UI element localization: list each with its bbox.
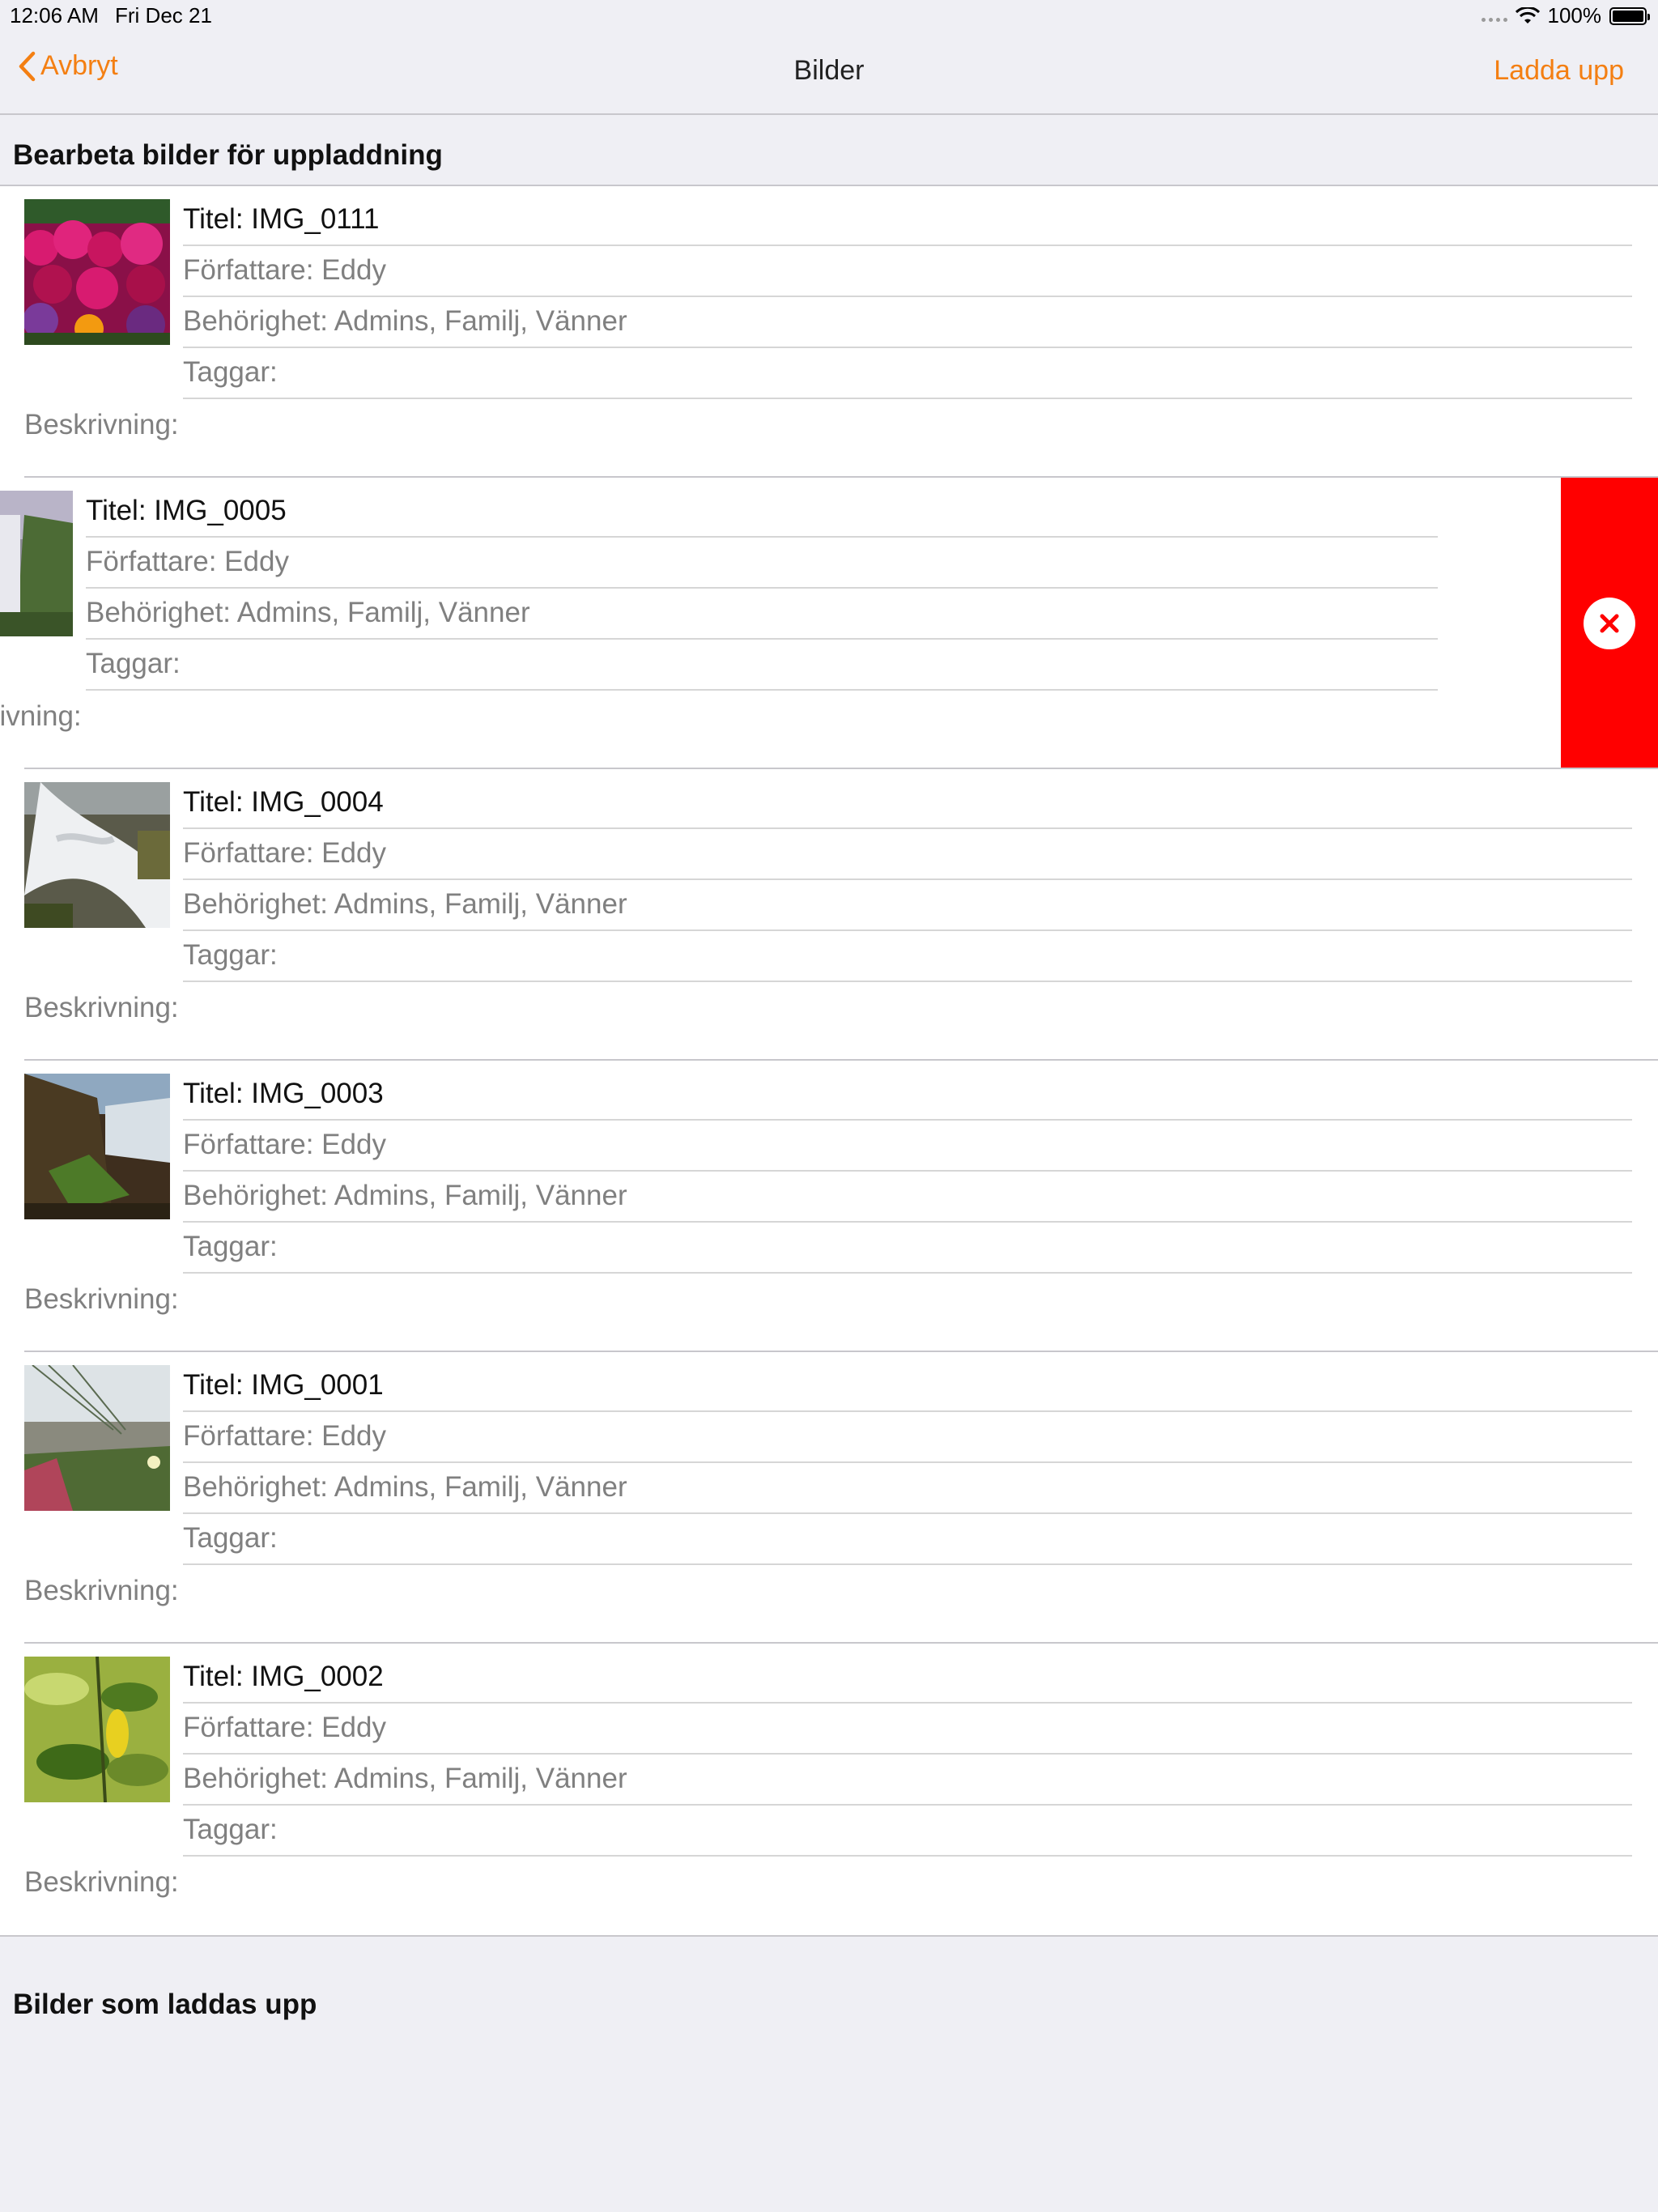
battery-percent: 100% [1547, 3, 1602, 28]
cellular-signal-icon [1481, 18, 1507, 22]
thumbnail-image [0, 491, 73, 636]
author-field[interactable]: Författare: Eddy [183, 1703, 1632, 1755]
thumbnail-image [24, 1074, 170, 1219]
list-item-content: Titel: IMG_0001 Författare: Eddy Behörig… [0, 1352, 1658, 1644]
tags-field[interactable]: Taggar: [183, 1222, 1632, 1274]
description-field[interactable]: Beskrivning: [24, 400, 179, 450]
title-field[interactable]: Titel: IMG_0111 [183, 194, 1632, 246]
delete-button[interactable] [1561, 478, 1658, 769]
list-item-content: Titel: IMG_0111 Författare: Eddy Behörig… [0, 186, 1658, 478]
list-item[interactable]: Titel: IMG_0001 Författare: Eddy Behörig… [0, 1352, 1658, 1644]
title-field[interactable]: Titel: IMG_0002 [183, 1652, 1632, 1704]
author-field[interactable]: Författare: Eddy [86, 537, 1438, 589]
status-date: Fri Dec 21 [115, 3, 212, 28]
status-time: 12:06 AM [10, 3, 99, 28]
description-field[interactable]: Beskrivning: [24, 983, 179, 1033]
section-header-edit: Bearbeta bilder för uppladdning [13, 139, 443, 171]
list-item[interactable]: Titel: IMG_0003 Författare: Eddy Behörig… [0, 1061, 1658, 1352]
thumbnail-image [24, 782, 170, 928]
thumbnail-image [24, 1657, 170, 1802]
permission-field[interactable]: Behörighet: Admins, Familj, Vänner [86, 588, 1438, 640]
author-field[interactable]: Författare: Eddy [183, 1411, 1632, 1463]
wifi-icon [1515, 6, 1540, 23]
author-field[interactable]: Författare: Eddy [183, 1120, 1632, 1172]
battery-icon [1609, 6, 1650, 25]
author-field[interactable]: Författare: Eddy [183, 828, 1632, 880]
thumbnail-image [24, 1365, 170, 1511]
tags-field[interactable]: Taggar: [183, 930, 1632, 982]
list-item[interactable]: Titel: IMG_0004 Författare: Eddy Behörig… [0, 769, 1658, 1061]
delete-circle [1584, 598, 1635, 649]
list-item[interactable]: Titel: IMG_0111 Författare: Eddy Behörig… [0, 186, 1658, 478]
thumbnail-image [24, 199, 170, 345]
tags-field[interactable]: Taggar: [183, 1805, 1632, 1857]
tags-field[interactable]: Taggar: [86, 639, 1438, 691]
tags-field[interactable]: Taggar: [183, 347, 1632, 399]
image-list: Titel: IMG_0111 Författare: Eddy Behörig… [0, 185, 1658, 1937]
status-bar: 12:06 AM Fri Dec 21 100% [0, 0, 1658, 34]
list-item-content: Titel: IMG_0004 Författare: Eddy Behörig… [0, 769, 1658, 1061]
tags-field[interactable]: Taggar: [183, 1513, 1632, 1565]
navigation-bar: Avbryt Bilder Ladda upp [0, 34, 1658, 115]
title-field[interactable]: Titel: IMG_0003 [183, 1069, 1632, 1121]
description-field[interactable]: Beskrivning: [24, 1274, 179, 1325]
permission-field[interactable]: Behörighet: Admins, Familj, Vänner [183, 296, 1632, 348]
list-item-swiped[interactable]: Titel: IMG_0005 Författare: Eddy Behörig… [0, 478, 1658, 769]
section-header-uploading: Bilder som laddas upp [13, 1989, 317, 2020]
title-field[interactable]: Titel: IMG_0005 [86, 486, 1438, 538]
page-title: Bilder [793, 55, 865, 86]
list-item[interactable]: Titel: IMG_0002 Författare: Eddy Behörig… [0, 1644, 1658, 1935]
list-item-content: Titel: IMG_0003 Författare: Eddy Behörig… [0, 1061, 1658, 1352]
description-field[interactable]: Beskrivning: [0, 691, 82, 742]
status-right: 100% [1481, 3, 1650, 28]
list-item-content: Titel: IMG_0005 Författare: Eddy Behörig… [0, 478, 1561, 769]
close-icon [1600, 614, 1619, 633]
permission-field[interactable]: Behörighet: Admins, Familj, Vänner [183, 1171, 1632, 1223]
permission-field[interactable]: Behörighet: Admins, Familj, Vänner [183, 879, 1632, 931]
description-field[interactable]: Beskrivning: [24, 1566, 179, 1616]
permission-field[interactable]: Behörighet: Admins, Familj, Vänner [183, 1754, 1632, 1806]
permission-field[interactable]: Behörighet: Admins, Familj, Vänner [183, 1462, 1632, 1514]
title-field[interactable]: Titel: IMG_0001 [183, 1360, 1632, 1412]
list-item-content: Titel: IMG_0002 Författare: Eddy Behörig… [0, 1644, 1658, 1935]
upload-button[interactable]: Ladda upp [1494, 55, 1624, 87]
author-field[interactable]: Författare: Eddy [183, 245, 1632, 297]
description-field[interactable]: Beskrivning: [24, 1857, 179, 1908]
title-field[interactable]: Titel: IMG_0004 [183, 777, 1632, 829]
